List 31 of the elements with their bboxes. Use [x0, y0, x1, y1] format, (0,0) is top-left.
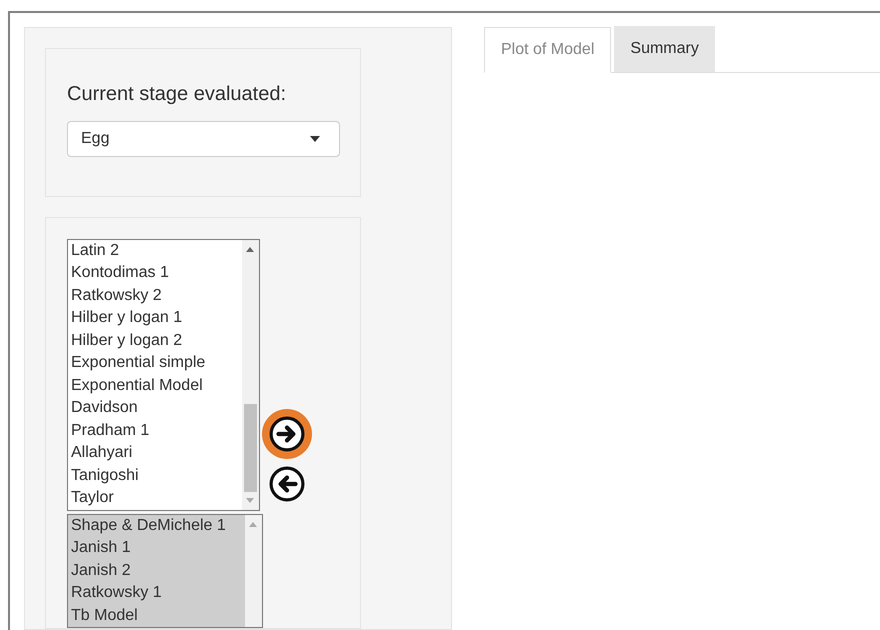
model-option[interactable]: Hilber y logan 2	[68, 330, 242, 352]
model-option[interactable]: Janish 1	[68, 537, 245, 560]
model-option[interactable]: Kontodimas 1	[68, 262, 242, 284]
caret-icon	[310, 136, 320, 142]
scrollbar[interactable]	[242, 240, 259, 510]
model-option[interactable]: Hilber y logan 1	[68, 307, 242, 330]
tab[interactable]: Plot of Model	[484, 27, 612, 73]
model-option[interactable]: Janish 2	[68, 560, 245, 582]
chosen-models-list[interactable]: Shape & DeMichele 1 Janish 1 Janish 2 Ratkowsky 1 Tb Model	[67, 514, 263, 628]
tab[interactable]: Summary	[614, 26, 715, 72]
model-option[interactable]: Ratkowsky 1	[68, 582, 245, 604]
model-option[interactable]: Allahyari	[68, 442, 242, 464]
model-option[interactable]: Tb Model	[68, 604, 245, 627]
arrow-right-icon	[269, 416, 305, 452]
model-option[interactable]: Shape & DeMichele 1	[68, 514, 245, 537]
model-option[interactable]: Pradham 1	[68, 420, 242, 442]
model-option[interactable]: Exponential simple	[68, 352, 242, 374]
model-option[interactable]: Latin 2	[68, 240, 242, 262]
scrollbar[interactable]	[245, 514, 262, 627]
scroll-up-icon[interactable]	[246, 246, 254, 252]
scroll-down-icon[interactable]	[246, 498, 254, 502]
model-option[interactable]: Exponential Model	[68, 374, 242, 397]
model-option[interactable]: Davidson	[68, 397, 242, 420]
model-option[interactable]: Taylor	[68, 487, 242, 510]
model-option[interactable]: Ratkowsky 2	[68, 284, 242, 307]
available-models-list[interactable]: Latin 2 Kontodimas 1 Ratkowsky 2 Hilber y logan 1 Hilber y logan 2 Exponential simple Exponential Model Davidson Pradham 1 Allahyari Tanigoshi Taylor	[67, 238, 260, 510]
arrow-left-icon	[269, 466, 305, 502]
stage-dropdown[interactable]: Egg	[67, 121, 340, 157]
move-right-button[interactable]	[262, 408, 312, 458]
model-option[interactable]: Tanigoshi	[68, 464, 242, 487]
stage-label: Current stage evaluated:	[67, 82, 288, 107]
